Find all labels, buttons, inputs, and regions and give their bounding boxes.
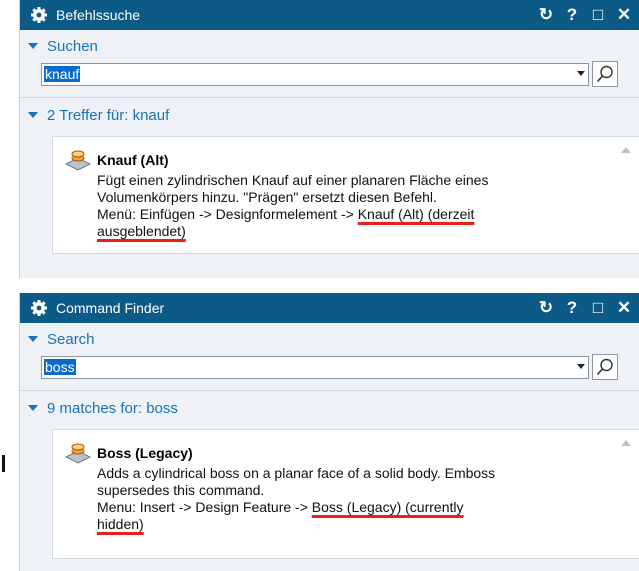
close-icon[interactable]: ✕ [616, 5, 632, 24]
dropdown-arrow-icon[interactable] [577, 70, 585, 76]
command-finder-panel-english: Command Finder ↻ ? □ ✕ Search boss 9 mat… [19, 293, 639, 571]
divider [20, 97, 639, 98]
menu-highlight: ausgeblendet) [97, 223, 186, 239]
menu-path: Menü: Einfügen -> Designformelement -> [97, 206, 358, 222]
result-description: Fügt einen zylindrischen Knauf auf einer… [53, 171, 597, 240]
result-item[interactable]: Boss (Legacy) Adds a cylindrical boss on… [52, 429, 639, 559]
collapse-triangle-icon [28, 112, 38, 118]
menu-highlight: Knauf (Alt) (derzeit [357, 206, 475, 222]
window-title: Befehlssuche [56, 7, 141, 23]
result-description: Adds a cylindrical boss on a planar face… [53, 464, 597, 533]
result-item[interactable]: Knauf (Alt) Fügt einen zylindrischen Kna… [52, 136, 639, 254]
results-section-header[interactable]: 2 Treffer für: knauf [20, 102, 639, 128]
search-input-value: boss [44, 358, 76, 375]
help-icon[interactable]: ? [564, 298, 580, 317]
desc-line: supersedes this command. [97, 482, 265, 498]
search-button[interactable] [592, 354, 618, 380]
search-section-label: Search [47, 330, 95, 348]
menu-path: Menu: Insert -> Design Feature -> [97, 499, 312, 515]
scroll-up-icon[interactable] [621, 147, 631, 153]
boss-command-icon [65, 150, 91, 171]
desc-line: Adds a cylindrical boss on a planar face… [97, 465, 496, 481]
collapse-triangle-icon [28, 336, 38, 342]
gear-icon [30, 6, 48, 24]
magnifier-icon [596, 65, 613, 83]
results-section-label: 9 matches for: boss [47, 399, 178, 417]
maximize-icon[interactable]: □ [590, 298, 606, 317]
boss-command-icon [65, 443, 91, 464]
search-input[interactable]: knauf [41, 62, 589, 86]
dropdown-arrow-icon[interactable] [577, 363, 585, 369]
results-section-label: 2 Treffer für: knauf [47, 106, 170, 124]
desc-line: Volumenkörpers hinzu. "Prägen" ersetzt d… [97, 189, 437, 205]
close-icon[interactable]: ✕ [616, 298, 632, 317]
titlebar: Befehlssuche ↻ ? □ ✕ [20, 0, 639, 30]
divider [20, 390, 639, 391]
scroll-up-icon[interactable] [621, 440, 631, 446]
desc-line: Fügt einen zylindrischen Knauf auf einer… [97, 172, 489, 188]
command-finder-panel-german: Befehlssuche ↻ ? □ ✕ Suchen knauf 2 Tref… [19, 0, 639, 278]
search-section-label: Suchen [47, 37, 98, 55]
gear-icon [30, 299, 48, 317]
help-icon[interactable]: ? [564, 5, 580, 24]
window-title: Command Finder [56, 300, 165, 316]
results-section-header[interactable]: 9 matches for: boss [20, 395, 639, 421]
menu-highlight: Boss (Legacy) (currently [311, 499, 464, 515]
maximize-icon[interactable]: □ [590, 5, 606, 24]
search-button[interactable] [592, 61, 618, 87]
search-section-header[interactable]: Search [20, 326, 639, 352]
titlebar: Command Finder ↻ ? □ ✕ [20, 293, 639, 323]
refresh-icon[interactable]: ↻ [538, 298, 554, 317]
search-input-value: knauf [44, 65, 81, 82]
collapse-triangle-icon [28, 405, 38, 411]
search-input[interactable]: boss [41, 355, 589, 379]
result-name: Knauf (Alt) [97, 152, 169, 168]
refresh-icon[interactable]: ↻ [538, 5, 554, 24]
magnifier-icon [596, 358, 613, 376]
collapse-triangle-icon [28, 43, 38, 49]
result-name: Boss (Legacy) [97, 445, 193, 461]
search-section-header[interactable]: Suchen [20, 33, 639, 59]
edge-mark [2, 455, 5, 472]
menu-highlight: hidden) [97, 516, 144, 532]
